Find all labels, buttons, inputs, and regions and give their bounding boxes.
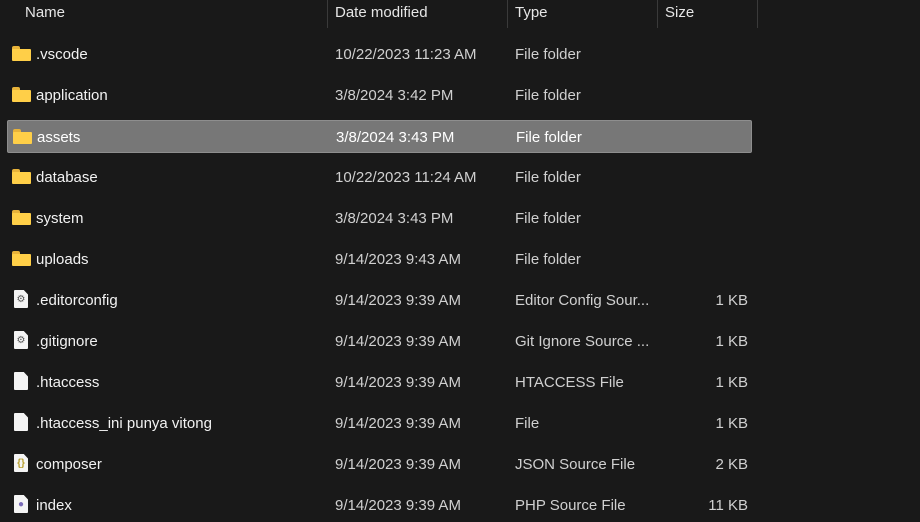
file-size xyxy=(657,243,748,276)
file-date-modified: 3/8/2024 3:43 PM xyxy=(335,210,454,227)
file-name: system xyxy=(36,210,84,227)
file-date-modified: 9/14/2023 9:39 AM xyxy=(335,456,461,473)
file-date-modified: 10/22/2023 11:23 AM xyxy=(335,46,477,63)
file-name: index xyxy=(36,497,72,514)
file-name: composer xyxy=(36,456,102,473)
file-date-modified: 9/14/2023 9:39 AM xyxy=(335,374,461,391)
file-size xyxy=(657,161,748,194)
file-list-item[interactable]: .htaccess 9/14/2023 9:39 AM HTACCESS File 1… xyxy=(7,366,752,399)
file-size: 1 KB xyxy=(715,415,748,432)
file-type: File xyxy=(515,415,540,432)
file-name: .htaccess_ini punya vitong xyxy=(36,415,212,432)
file-size: 1 KB xyxy=(715,374,748,391)
file-type: File folder xyxy=(515,46,581,63)
file-date-modified: 3/8/2024 3:42 PM xyxy=(335,87,454,104)
file-name: assets xyxy=(37,129,81,146)
file-list-item[interactable]: ⚙ .gitignore 9/14/2023 9:39 AM Git Ignore S… xyxy=(7,325,752,358)
file-size xyxy=(657,202,748,235)
file-list-item[interactable]: ● index 9/14/2023 9:39 AM PHP Source File 11… xyxy=(7,489,752,522)
file-list-item[interactable]: ⚙ .editorconfig 9/14/2023 9:39 AM Editor Co… xyxy=(7,284,752,317)
folder-icon xyxy=(12,251,31,268)
file-name: uploads xyxy=(36,251,89,268)
column-header-date-modified[interactable]: Date modified xyxy=(327,0,507,28)
php-file-icon: ● xyxy=(12,495,31,514)
file-list-item[interactable]: assets 3/8/2024 3:43 PM File folder xyxy=(7,120,752,153)
file-type: File folder xyxy=(515,87,581,104)
file-type: File folder xyxy=(515,210,581,227)
file-date-modified: 3/8/2024 3:43 PM xyxy=(336,129,455,146)
file-size xyxy=(657,38,748,71)
folder-icon xyxy=(12,210,31,227)
file-size: 1 KB xyxy=(715,292,748,309)
file-list-item[interactable]: uploads 9/14/2023 9:43 AM File folder xyxy=(7,243,752,276)
file-name: .vscode xyxy=(36,46,88,63)
file-type: HTACCESS File xyxy=(515,374,624,391)
file-size xyxy=(657,79,748,112)
file-name: application xyxy=(36,87,108,104)
file-size xyxy=(658,121,749,154)
file-size: 2 KB xyxy=(715,456,748,473)
file-type: File folder xyxy=(516,129,582,146)
file-date-modified: 9/14/2023 9:39 AM xyxy=(335,497,461,514)
column-divider[interactable] xyxy=(757,0,758,28)
file-size: 11 KB xyxy=(708,497,748,514)
file-icon xyxy=(12,413,31,432)
file-date-modified: 9/14/2023 9:39 AM xyxy=(335,415,461,432)
file-name: .gitignore xyxy=(36,333,98,350)
file-list-item[interactable]: application 3/8/2024 3:42 PM File folder xyxy=(7,79,752,112)
file-name: database xyxy=(36,169,98,186)
folder-icon xyxy=(12,87,31,104)
config-file-icon: ⚙ xyxy=(12,290,31,309)
column-header-bar: ⌃ Name Date modified Type Size xyxy=(0,0,920,28)
file-list-item[interactable]: system 3/8/2024 3:43 PM File folder xyxy=(7,202,752,235)
file-name: .htaccess xyxy=(36,374,100,391)
file-type: PHP Source File xyxy=(515,497,626,514)
file-date-modified: 9/14/2023 9:39 AM xyxy=(335,333,461,350)
file-list-item[interactable]: .htaccess_ini punya vitong 9/14/2023 9:39… xyxy=(7,407,752,440)
file-date-modified: 9/14/2023 9:43 AM xyxy=(335,251,461,268)
file-type: File folder xyxy=(515,251,581,268)
file-icon xyxy=(12,372,31,391)
file-list-item[interactable]: {} composer 9/14/2023 9:39 AM JSON Source F… xyxy=(7,448,752,481)
file-size: 1 KB xyxy=(715,333,748,350)
folder-icon xyxy=(12,169,31,186)
file-name: .editorconfig xyxy=(36,292,118,309)
json-file-icon: {} xyxy=(12,454,31,473)
file-type: Git Ignore Source ... xyxy=(515,333,650,350)
folder-icon xyxy=(12,46,31,63)
file-date-modified: 9/14/2023 9:39 AM xyxy=(335,292,461,309)
file-type: File folder xyxy=(515,169,581,186)
column-header-size[interactable]: Size xyxy=(657,0,757,28)
file-type: Editor Config Sour... xyxy=(515,292,650,309)
file-date-modified: 10/22/2023 11:24 AM xyxy=(335,169,477,186)
file-list-item[interactable]: .vscode 10/22/2023 11:23 AM File folder xyxy=(7,38,752,71)
column-header-name[interactable]: Name xyxy=(17,0,327,28)
config-file-icon: ⚙ xyxy=(12,331,31,350)
file-list-item[interactable]: database 10/22/2023 11:24 AM File folder xyxy=(7,161,752,194)
column-header-type[interactable]: Type xyxy=(507,0,657,28)
folder-icon xyxy=(13,129,32,146)
file-type: JSON Source File xyxy=(515,456,636,473)
